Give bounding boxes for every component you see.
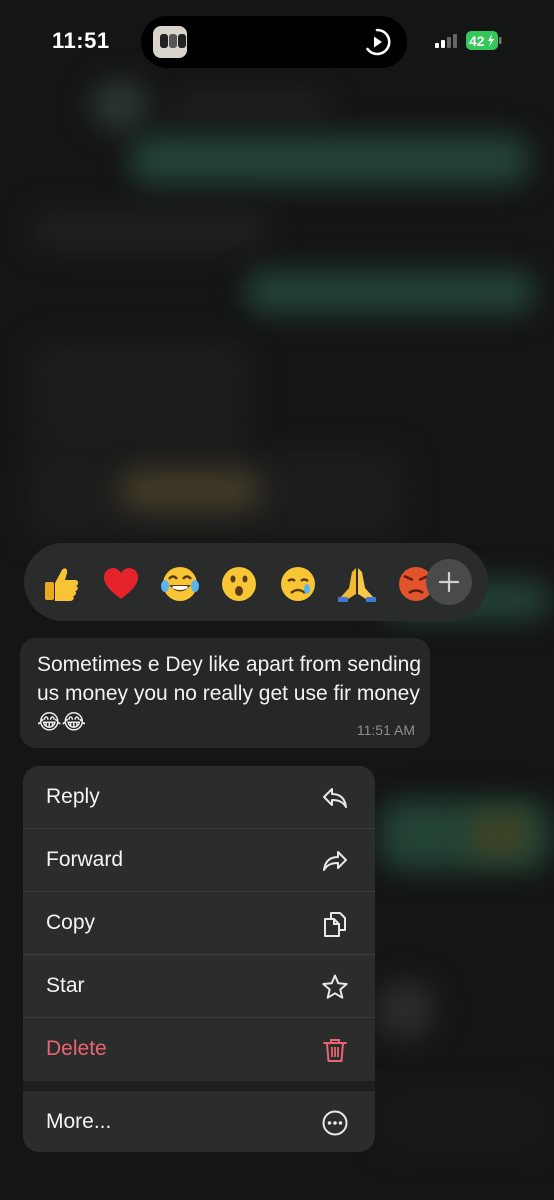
star-icon bbox=[322, 974, 348, 999]
now-playing-thumbnail bbox=[153, 26, 187, 58]
menu-item-star[interactable]: Star bbox=[23, 955, 375, 1018]
crying-emoji[interactable] bbox=[278, 564, 318, 604]
copy-icon bbox=[324, 912, 346, 937]
tears-of-joy-emoji[interactable] bbox=[160, 564, 200, 604]
status-time: 11:51 bbox=[52, 28, 110, 53]
more-icon bbox=[322, 1110, 348, 1136]
battery-level: 42 bbox=[469, 33, 485, 49]
play-icon[interactable] bbox=[363, 28, 391, 56]
forward-icon bbox=[323, 851, 347, 871]
menu-item-reply[interactable]: Reply bbox=[23, 766, 375, 829]
message-bubble[interactable]: Sometimes e Dey like apart from sending … bbox=[20, 638, 430, 748]
menu-item-delete[interactable]: Delete bbox=[23, 1018, 375, 1081]
dynamic-island[interactable] bbox=[141, 16, 407, 68]
thumbs-up-emoji[interactable] bbox=[42, 564, 82, 604]
menu-item-copy[interactable]: Copy bbox=[23, 892, 375, 955]
status-bar: 11:51 42 bbox=[0, 0, 554, 80]
menu-item-label: More... bbox=[46, 1110, 112, 1133]
reply-icon bbox=[323, 788, 347, 808]
signal-icon bbox=[435, 34, 457, 48]
message-timestamp: 11:51 AM bbox=[356, 722, 415, 738]
trash-icon bbox=[323, 1039, 347, 1062]
more-reactions-button[interactable] bbox=[426, 559, 472, 605]
battery-icon: 42 bbox=[466, 31, 502, 50]
menu-item-label: Forward bbox=[46, 848, 124, 871]
menu-item-label: Delete bbox=[46, 1037, 107, 1060]
heart-emoji[interactable] bbox=[101, 564, 141, 604]
menu-item-label: Star bbox=[46, 974, 85, 997]
menu-item-label: Copy bbox=[46, 911, 96, 934]
plus-icon bbox=[438, 571, 460, 593]
menu-item-more[interactable]: More... bbox=[23, 1091, 375, 1152]
menu-item-forward[interactable]: Forward bbox=[23, 829, 375, 892]
reaction-bar bbox=[24, 543, 488, 621]
surprised-emoji[interactable] bbox=[219, 564, 259, 604]
menu-item-label: Reply bbox=[46, 785, 100, 808]
message-context-menu: Reply Forward Copy Star Delete More... bbox=[23, 766, 375, 1152]
folded-hands-emoji[interactable] bbox=[337, 564, 377, 604]
menu-divider bbox=[23, 1081, 375, 1091]
